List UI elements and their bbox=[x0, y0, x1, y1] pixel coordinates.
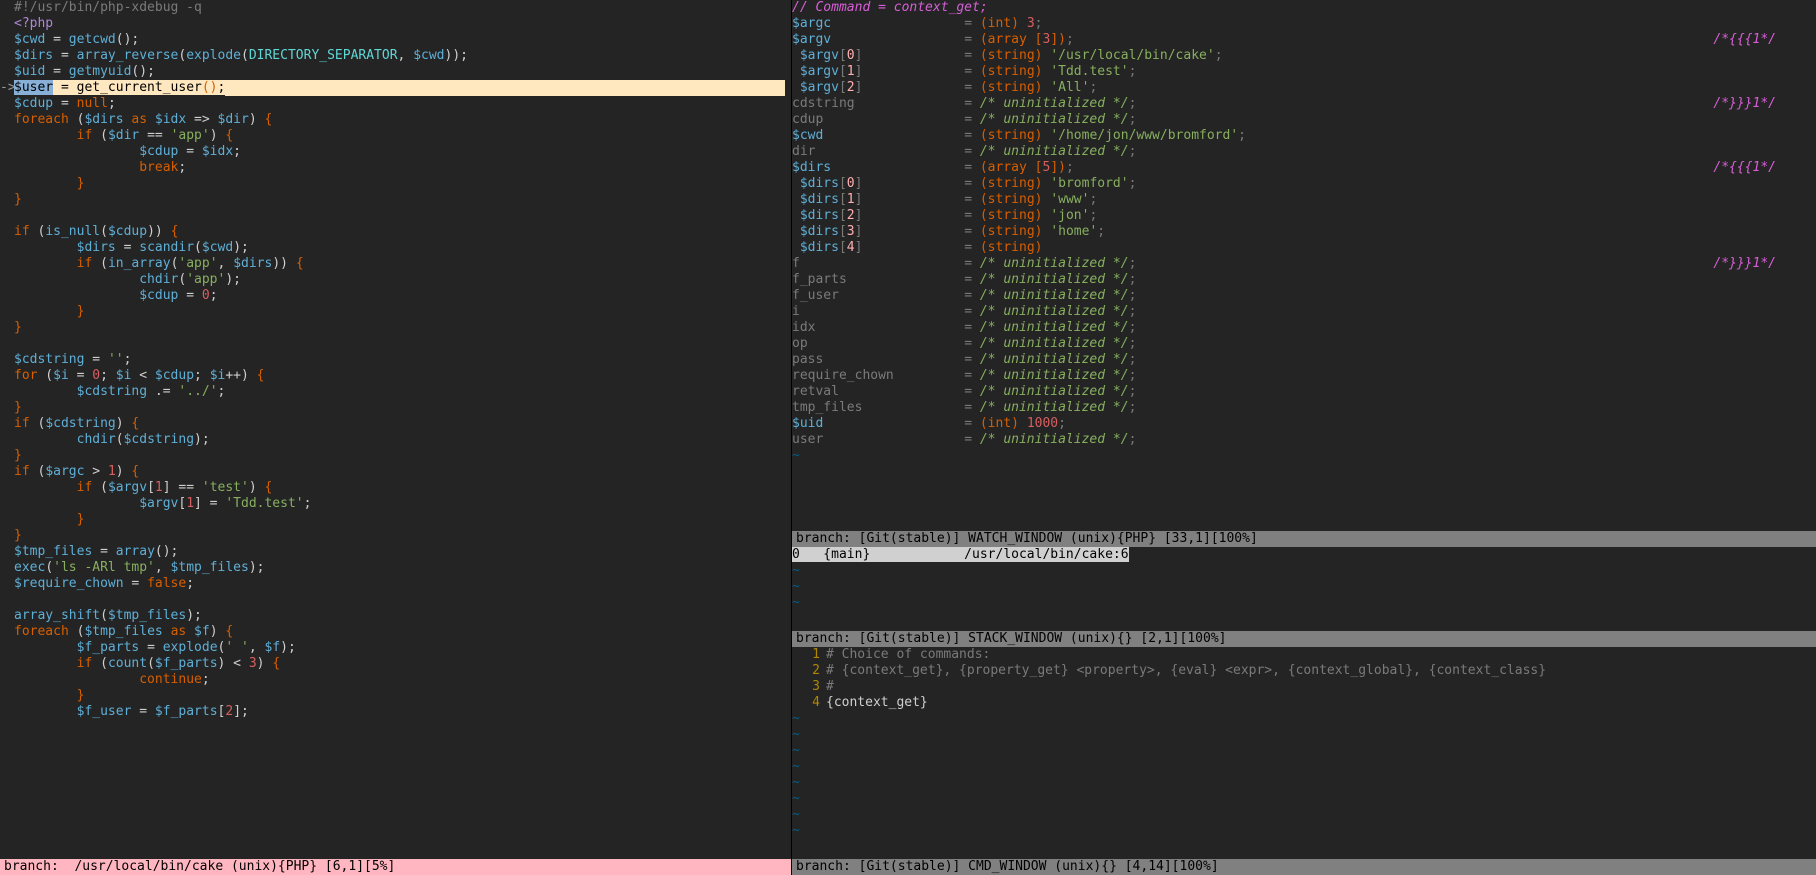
cmd-statusbar: branch: [Git(stable)] CMD_WINDOW (unix){… bbox=[792, 859, 1816, 875]
source-statusbar: branch: /usr/local/bin/cake (unix){PHP} … bbox=[0, 859, 791, 875]
stack-statusbar: branch: [Git(stable)] STACK_WINDOW (unix… bbox=[792, 631, 1816, 647]
watch-pane[interactable]: // Command = context_get;$argc = (int) 3… bbox=[792, 0, 1816, 547]
right-side: // Command = context_get;$argc = (int) 3… bbox=[791, 0, 1816, 875]
cmd-pane[interactable]: 1# Choice of commands:2# {context_get}, … bbox=[792, 647, 1816, 875]
watch-statusbar: branch: [Git(stable)] WATCH_WINDOW (unix… bbox=[792, 531, 1816, 547]
cmd-code[interactable]: 1# Choice of commands:2# {context_get}, … bbox=[792, 647, 1816, 859]
stack-code[interactable]: 0 {main} /usr/local/bin/cake:6~~~ bbox=[792, 547, 1816, 631]
watch-code[interactable]: // Command = context_get;$argc = (int) 3… bbox=[792, 0, 1816, 531]
stack-pane[interactable]: 0 {main} /usr/local/bin/cake:6~~~ branch… bbox=[792, 547, 1816, 647]
source-pane[interactable]: #!/usr/bin/php-xdebug -q <?php $cwd = ge… bbox=[0, 0, 791, 875]
source-code[interactable]: #!/usr/bin/php-xdebug -q <?php $cwd = ge… bbox=[0, 0, 791, 859]
editor-root: #!/usr/bin/php-xdebug -q <?php $cwd = ge… bbox=[0, 0, 1816, 875]
